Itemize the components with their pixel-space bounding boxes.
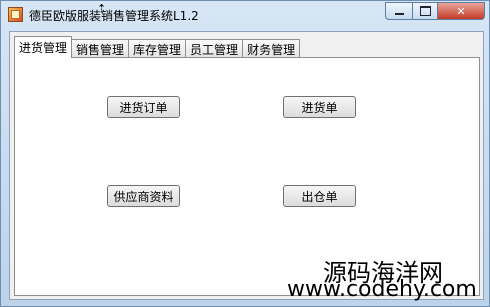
app-icon [8,7,23,22]
maximize-button[interactable] [412,2,438,20]
tab-finance-management[interactable]: 财务管理 [242,39,301,58]
purchase-bill-button[interactable]: 进货单 [283,96,356,118]
window-title: 德臣欧版服装销售管理系统L1.2 [29,9,199,23]
tab-strip: 进货管理 销售管理 库存管理 员工管理 财务管理 [14,36,301,58]
tab-inventory-management[interactable]: 库存管理 [128,39,187,58]
purchase-order-button[interactable]: 进货订单 [107,96,180,118]
tab-sales-management[interactable]: 销售管理 [71,39,130,58]
close-icon: ✕ [456,4,466,18]
title-bar[interactable]: 德臣欧版服装销售管理系统L1.2 ⇡ ✕ [1,1,489,29]
minimize-button[interactable] [385,2,413,20]
supplier-info-button[interactable]: 供应商资料 [107,185,180,207]
mouse-cursor-icon: ⇡ [97,2,107,15]
watermark-url: www.codehy.com [287,277,477,302]
outbound-bill-button[interactable]: 出仓单 [283,185,356,207]
close-button[interactable]: ✕ [437,2,485,20]
tab-staff-management[interactable]: 员工管理 [185,39,244,58]
tab-purchase-management[interactable]: 进货管理 [14,36,73,58]
app-window: 德臣欧版服装销售管理系统L1.2 ⇡ ✕ 进货管理 销售管理 库存管理 员工管理… [0,0,490,307]
